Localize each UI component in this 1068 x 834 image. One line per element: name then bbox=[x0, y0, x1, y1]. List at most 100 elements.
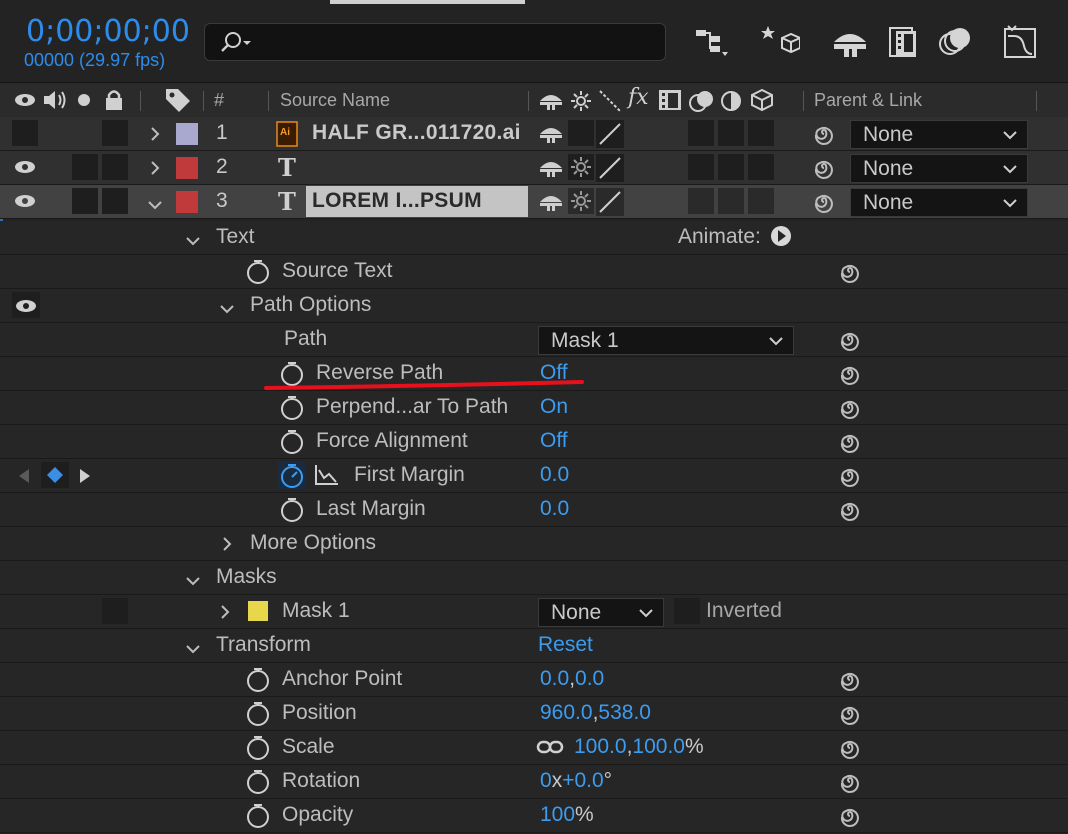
animate-play-icon[interactable] bbox=[770, 225, 792, 252]
chevron-down-icon[interactable] bbox=[186, 641, 200, 659]
frame-blend-switch[interactable] bbox=[688, 188, 714, 214]
3d-switch[interactable] bbox=[748, 120, 774, 146]
prop-row-position[interactable]: Position 960.0,538.0 bbox=[0, 697, 1068, 731]
frame-blend-switch-icon[interactable] bbox=[658, 89, 682, 116]
perpendicular-value[interactable]: On bbox=[540, 395, 568, 419]
shy-switch-icon[interactable] bbox=[538, 156, 564, 183]
keyframe-diamond-icon[interactable] bbox=[46, 466, 64, 489]
stopwatch-icon[interactable] bbox=[280, 463, 304, 494]
previous-keyframe-icon[interactable] bbox=[18, 468, 30, 489]
current-time-display[interactable]: 0;00;00;00 bbox=[26, 14, 190, 49]
shy-switch-icon[interactable] bbox=[538, 89, 564, 116]
chevron-down-icon[interactable] bbox=[186, 233, 200, 251]
pick-whip-icon[interactable] bbox=[838, 737, 862, 764]
chevron-down-icon[interactable] bbox=[186, 573, 200, 591]
stopwatch-icon[interactable] bbox=[246, 701, 270, 732]
prop-row-more-options[interactable]: More Options bbox=[0, 527, 1068, 561]
motion-blur-switch[interactable] bbox=[718, 120, 744, 146]
stopwatch-icon[interactable] bbox=[246, 769, 270, 800]
eye-icon[interactable] bbox=[14, 193, 36, 214]
pick-whip-icon[interactable] bbox=[838, 499, 862, 526]
stopwatch-icon[interactable] bbox=[246, 259, 270, 290]
prop-row-rotation[interactable]: Rotation 0x+0.0° bbox=[0, 765, 1068, 799]
prop-row-anchor-point[interactable]: Anchor Point 0.0,0.0 bbox=[0, 663, 1068, 697]
mask-mode-dropdown[interactable]: None bbox=[538, 598, 664, 627]
prop-row-transform[interactable]: Transform Reset bbox=[0, 629, 1068, 663]
quality-best-icon[interactable] bbox=[596, 120, 624, 153]
prop-row-first-margin[interactable]: First Margin 0.0 bbox=[0, 459, 1068, 493]
chevron-right-icon[interactable] bbox=[150, 161, 160, 180]
pick-whip-icon[interactable] bbox=[838, 465, 862, 492]
column-parent-link[interactable]: Parent & Link bbox=[814, 90, 922, 111]
frame-blending-icon[interactable] bbox=[884, 22, 924, 62]
graph-editor-icon[interactable] bbox=[1000, 22, 1040, 62]
prop-row-opacity[interactable]: Opacity 100% bbox=[0, 799, 1068, 833]
quality-icon[interactable] bbox=[598, 89, 622, 118]
chevron-right-icon[interactable] bbox=[222, 537, 232, 556]
prop-row-masks[interactable]: Masks bbox=[0, 561, 1068, 595]
3d-switch[interactable] bbox=[748, 188, 774, 214]
next-keyframe-icon[interactable] bbox=[79, 468, 91, 489]
lock-toggle[interactable] bbox=[102, 120, 128, 146]
pick-whip-icon[interactable] bbox=[838, 397, 862, 424]
prop-row-source-text[interactable]: Source Text bbox=[0, 255, 1068, 289]
collapse-transform-icon[interactable] bbox=[570, 90, 592, 117]
stopwatch-icon[interactable] bbox=[280, 429, 304, 460]
pick-whip-icon[interactable] bbox=[838, 329, 862, 356]
layer-row-2[interactable]: 2 T None bbox=[0, 151, 1068, 185]
prop-row-scale[interactable]: Scale 100.0,100.0% bbox=[0, 731, 1068, 765]
eye-icon[interactable] bbox=[14, 159, 36, 180]
pick-whip-icon[interactable] bbox=[838, 703, 862, 730]
audio-icon[interactable] bbox=[42, 89, 68, 116]
prop-row-path[interactable]: Path Mask 1 bbox=[0, 323, 1068, 357]
label-color-swatch[interactable] bbox=[176, 191, 198, 213]
pick-whip-icon[interactable] bbox=[838, 431, 862, 458]
prop-row-last-margin[interactable]: Last Margin 0.0 bbox=[0, 493, 1068, 527]
stopwatch-icon[interactable] bbox=[246, 803, 270, 834]
mask1-label[interactable]: Mask 1 bbox=[282, 599, 350, 623]
opacity-number[interactable]: 100 bbox=[540, 803, 575, 826]
constrain-proportions-icon[interactable] bbox=[536, 738, 564, 761]
label-tag-icon[interactable] bbox=[164, 87, 192, 118]
prop-row-force-alignment[interactable]: Force Alignment Off bbox=[0, 425, 1068, 459]
first-margin-value[interactable]: 0.0 bbox=[540, 463, 569, 487]
lock-toggle[interactable] bbox=[102, 154, 128, 180]
quality-best-icon[interactable] bbox=[596, 188, 624, 221]
frame-blend-switch[interactable] bbox=[688, 154, 714, 180]
stopwatch-icon[interactable] bbox=[280, 395, 304, 426]
graph-icon[interactable] bbox=[314, 464, 340, 491]
last-margin-value[interactable]: 0.0 bbox=[540, 497, 569, 521]
search-input[interactable] bbox=[204, 23, 666, 61]
position-x-value[interactable]: 960.0 bbox=[540, 701, 593, 724]
scale-x-value[interactable]: 100.0 bbox=[574, 735, 627, 758]
motion-blur-icon[interactable] bbox=[936, 22, 976, 62]
position-y-value[interactable]: 538.0 bbox=[598, 701, 651, 724]
collapse-transform-icon[interactable] bbox=[568, 154, 594, 185]
adjustment-layer-icon[interactable] bbox=[720, 90, 742, 117]
pick-whip-icon[interactable] bbox=[838, 771, 862, 798]
chevron-down-icon[interactable] bbox=[148, 197, 162, 215]
comp-flowchart-icon[interactable] bbox=[694, 22, 734, 62]
prop-row-text[interactable]: Text Animate: bbox=[0, 221, 1068, 255]
parent-dropdown[interactable]: None bbox=[850, 154, 1028, 183]
pick-whip-icon[interactable] bbox=[812, 157, 836, 184]
parent-dropdown[interactable]: None bbox=[850, 120, 1028, 149]
chevron-right-icon[interactable] bbox=[150, 127, 160, 146]
video-visibility-icon[interactable] bbox=[14, 90, 36, 115]
shy-switch-icon[interactable] bbox=[538, 190, 564, 217]
rotation-degrees-value[interactable]: +0.0 bbox=[562, 769, 603, 792]
prop-row-perpendicular[interactable]: Perpend...ar To Path On bbox=[0, 391, 1068, 425]
scale-y-value[interactable]: 100.0 bbox=[632, 735, 685, 758]
lock-toggle[interactable] bbox=[102, 188, 128, 214]
chevron-right-icon[interactable] bbox=[220, 605, 230, 624]
pick-whip-icon[interactable] bbox=[838, 363, 862, 390]
solo-icon[interactable] bbox=[77, 93, 91, 112]
layer-row-1[interactable]: 1 Ai HALF GR...011720.ai None bbox=[0, 117, 1068, 151]
force-alignment-value[interactable]: Off bbox=[540, 429, 568, 453]
anchor-y-value[interactable]: 0.0 bbox=[575, 667, 604, 690]
anchor-x-value[interactable]: 0.0 bbox=[540, 667, 569, 690]
collapse-transform-icon[interactable] bbox=[568, 188, 594, 219]
pick-whip-icon[interactable] bbox=[838, 261, 862, 288]
motion-blur-switch[interactable] bbox=[718, 154, 744, 180]
prop-row-path-options[interactable]: Path Options bbox=[0, 289, 1068, 323]
